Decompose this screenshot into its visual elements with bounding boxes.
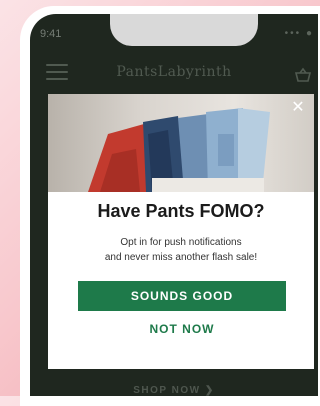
body-line-1: Opt in for push notifications [120, 237, 242, 248]
not-now-button[interactable]: NOT NOW [78, 318, 286, 340]
hero-image: ✕ [48, 94, 314, 192]
modal-title: Have Pants FOMO? [97, 201, 265, 221]
push-opt-in-modal: ✕ Have Pants FOMO? Opt in for push notif… [48, 94, 314, 369]
modal-body: Opt in for push notifications and never … [48, 235, 314, 265]
close-icon[interactable]: ✕ [290, 100, 306, 116]
body-line-2: and never miss another flash sale! [104, 252, 258, 263]
sounds-good-button[interactable]: SOUNDS GOOD [78, 281, 286, 311]
